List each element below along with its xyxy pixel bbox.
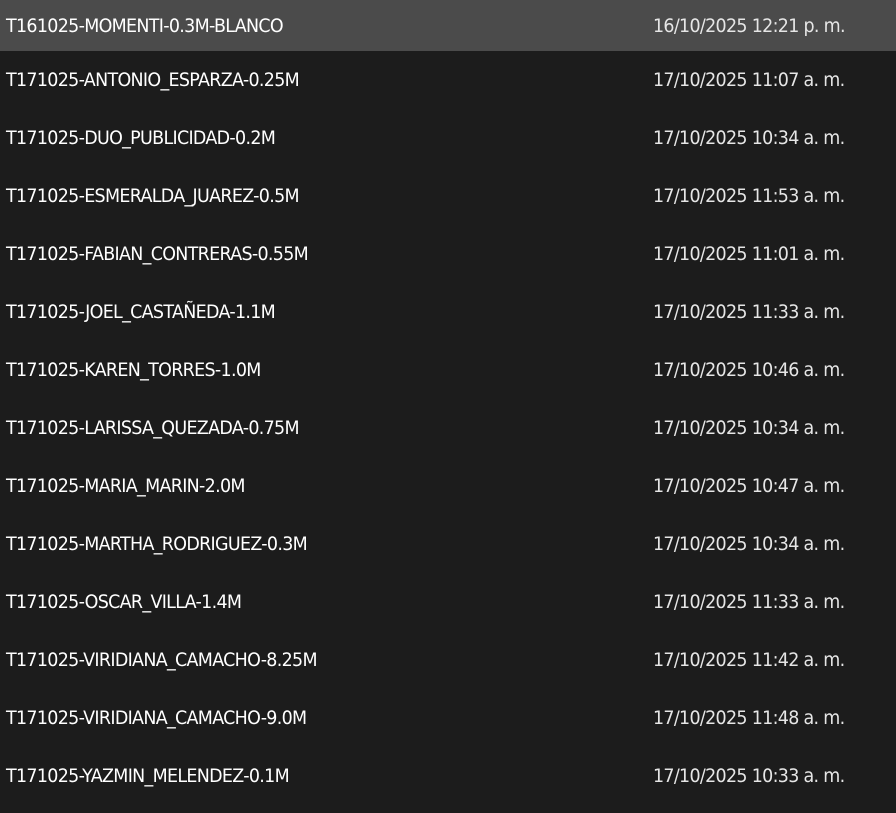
file-date-modified: 17/10/2025 10:34 a. m. [653, 127, 845, 149]
file-row[interactable]: T171025-FABIAN_CONTRERAS-0.55M 17/10/202… [0, 225, 896, 283]
file-row[interactable]: T171025-MARIA_MARIN-2.0M 17/10/2025 10:4… [0, 457, 896, 515]
file-name: T171025-OSCAR_VILLA-1.4M [6, 591, 242, 613]
file-name: T171025-MARIA_MARIN-2.0M [6, 475, 245, 497]
file-row[interactable]: T171025-ESMERALDA_JUAREZ-0.5M 17/10/2025… [0, 167, 896, 225]
file-row[interactable]: T171025-VIRIDIANA_CAMACHO-9.0M 17/10/202… [0, 689, 896, 747]
file-date-modified: 17/10/2025 11:07 a. m. [653, 69, 845, 91]
file-name: T171025-MARTHA_RODRIGUEZ-0.3M [6, 533, 308, 555]
file-date-modified: 17/10/2025 11:33 a. m. [653, 301, 845, 323]
file-date-modified: 17/10/2025 10:34 a. m. [653, 417, 845, 439]
file-row[interactable]: T171025-LARISSA_QUEZADA-0.75M 17/10/2025… [0, 399, 896, 457]
file-row[interactable]: T171025-OSCAR_VILLA-1.4M 17/10/2025 11:3… [0, 573, 896, 631]
file-row[interactable]: T171025-JOEL_CASTAÑEDA-1.1M 17/10/2025 1… [0, 283, 896, 341]
file-date-modified: 17/10/2025 11:53 a. m. [653, 185, 845, 207]
file-name: T171025-LARISSA_QUEZADA-0.75M [6, 417, 300, 439]
file-name: T171025-KAREN_TORRES-1.0M [6, 359, 261, 381]
file-date-modified: 17/10/2025 11:48 a. m. [653, 707, 845, 729]
file-date-modified: 17/10/2025 11:01 a. m. [653, 243, 845, 265]
file-row[interactable]: T171025-MARTHA_RODRIGUEZ-0.3M 17/10/2025… [0, 515, 896, 573]
file-name: T161025-MOMENTI-0.3M-BLANCO [6, 14, 284, 37]
file-name: T171025-FABIAN_CONTRERAS-0.55M [6, 243, 309, 265]
file-name: T171025-VIRIDIANA_CAMACHO-8.25M [6, 649, 318, 671]
file-name: T171025-DUO_PUBLICIDAD-0.2M [6, 127, 276, 149]
file-row[interactable]: T171025-VIRIDIANA_CAMACHO-8.25M 17/10/20… [0, 631, 896, 689]
file-date-modified: 17/10/2025 10:34 a. m. [653, 533, 845, 555]
file-row[interactable]: T171025-ANTONIO_ESPARZA-0.25M 17/10/2025… [0, 51, 896, 109]
file-name: T171025-JOEL_CASTAÑEDA-1.1M [6, 301, 276, 323]
file-row[interactable]: T171025-DUO_PUBLICIDAD-0.2M 17/10/2025 1… [0, 109, 896, 167]
file-date-modified: 16/10/2025 12:21 p. m. [653, 14, 846, 37]
file-row[interactable]: T171025-YAZMIN_MELENDEZ-0.1M 17/10/2025 … [0, 747, 896, 805]
file-date-modified: 17/10/2025 10:33 a. m. [653, 765, 845, 787]
file-date-modified: 17/10/2025 11:33 a. m. [653, 591, 845, 613]
file-name: T171025-YAZMIN_MELENDEZ-0.1M [6, 765, 290, 787]
file-name: T171025-ESMERALDA_JUAREZ-0.5M [6, 185, 300, 207]
file-name: T171025-ANTONIO_ESPARZA-0.25M [6, 69, 300, 91]
file-name: T171025-VIRIDIANA_CAMACHO-9.0M [6, 707, 307, 729]
file-date-modified: 17/10/2025 11:42 a. m. [653, 649, 845, 671]
file-list: T161025-MOMENTI-0.3M-BLANCO 16/10/2025 1… [0, 0, 896, 813]
file-date-modified: 17/10/2025 10:47 a. m. [653, 475, 845, 497]
file-row[interactable]: T161025-MOMENTI-0.3M-BLANCO 16/10/2025 1… [0, 0, 896, 51]
file-row[interactable]: T171025-KAREN_TORRES-1.0M 17/10/2025 10:… [0, 341, 896, 399]
file-date-modified: 17/10/2025 10:46 a. m. [653, 359, 845, 381]
